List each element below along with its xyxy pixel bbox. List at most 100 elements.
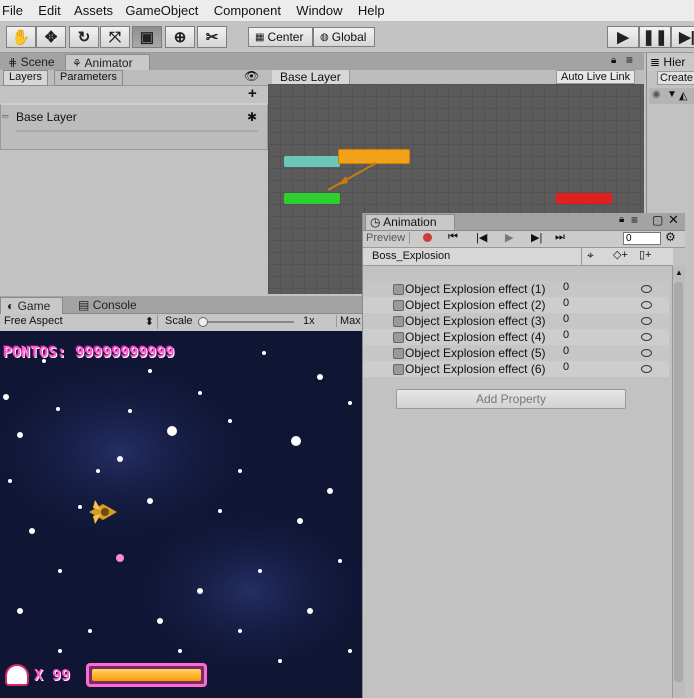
hierarchy-row[interactable]: ◉ ▼ ◭	[649, 88, 694, 104]
first-keyframe-icon[interactable]: ⏮	[448, 231, 458, 244]
menu-assets[interactable]: Assets	[74, 0, 113, 18]
hierarchy-icon: ≣	[650, 55, 661, 69]
tab-parameters[interactable]: Parameters	[54, 70, 123, 86]
star	[117, 456, 123, 462]
toggle-eye-icon[interactable]	[641, 317, 652, 325]
frame-field[interactable]	[623, 232, 661, 245]
scale-slider-handle[interactable]	[198, 317, 208, 327]
star	[297, 518, 303, 524]
animation-tab-label: Animation	[383, 215, 437, 229]
property-row[interactable]: Object Explosion effect (2) 0	[363, 297, 669, 313]
toggle-eye-icon[interactable]	[641, 349, 652, 357]
aspect-dropdown[interactable]: Free Aspect ⬍	[0, 315, 158, 329]
play-button[interactable]: ▶	[607, 26, 639, 48]
property-value[interactable]: 0	[563, 361, 569, 373]
clock-icon: ◷	[370, 215, 381, 229]
menu-component[interactable]: Component	[214, 0, 281, 18]
property-row[interactable]: Object Explosion effect (3) 0	[363, 313, 669, 329]
next-keyframe-icon[interactable]: ▶|	[531, 231, 542, 244]
game-viewport[interactable]: PONTOS: 99999999999 X 99	[0, 331, 362, 698]
toggle-eye-icon[interactable]	[641, 301, 652, 309]
property-value[interactable]: 0	[563, 345, 569, 357]
gameobject-icon	[393, 332, 404, 343]
tab-console[interactable]: ▤ Console	[72, 297, 143, 314]
menu-window[interactable]: Window	[296, 0, 342, 18]
preview-toggle[interactable]: Preview	[366, 232, 411, 244]
last-keyframe-icon[interactable]: ⏭	[555, 231, 565, 244]
add-layer-button[interactable]: +	[248, 85, 257, 102]
panel-menu-icon[interactable]: ≡	[631, 213, 638, 227]
graph-breadcrumb[interactable]: Base Layer	[272, 70, 350, 84]
menu-help[interactable]: Help	[358, 0, 385, 18]
add-event-icon[interactable]: ▯+	[639, 248, 651, 261]
tab-animation[interactable]: ◷ Animation	[365, 214, 455, 230]
tab-animator[interactable]: ⚘ Animator	[65, 54, 150, 71]
eye-icon[interactable]: 👁︎	[244, 69, 259, 83]
maximize-on-play-toggle[interactable]: Max	[336, 315, 361, 327]
tab-layers[interactable]: Layers	[3, 70, 49, 86]
layer-settings-gear-icon[interactable]: ✱	[247, 110, 257, 124]
star	[317, 374, 323, 380]
toggle-eye-icon[interactable]	[641, 333, 652, 341]
record-button[interactable]	[423, 233, 432, 242]
scale-slider-track[interactable]	[198, 321, 294, 323]
move-tool-icon[interactable]: ✥	[36, 26, 66, 48]
toggle-eye-icon[interactable]	[641, 285, 652, 293]
property-value[interactable]: 0	[563, 313, 569, 325]
vertical-scrollbar[interactable]: ▲	[672, 266, 685, 698]
visibility-eye-icon[interactable]: ◉	[652, 89, 661, 100]
pause-button[interactable]: ❚❚	[639, 26, 671, 48]
property-list: Object Explosion effect (1) 0 Object Exp…	[363, 266, 673, 698]
property-row[interactable]: Object Explosion effect (4) 0	[363, 329, 669, 345]
center-icon: ▦	[255, 31, 265, 43]
hierarchy-create-button[interactable]: Create	[657, 71, 694, 85]
pivot-center-toggle[interactable]: ▦ Center	[248, 27, 313, 47]
prev-keyframe-icon[interactable]: |◀	[476, 231, 487, 244]
rotate-tool-icon[interactable]: ↻	[69, 26, 99, 48]
transform-tool-icon[interactable]: ⊕	[165, 26, 195, 48]
property-name: Object Explosion effect (4)	[405, 330, 546, 344]
panel-menu-icon[interactable]: ≡	[626, 53, 633, 67]
lock-icon[interactable]: 🔒︎	[619, 214, 624, 225]
rect-tool-icon[interactable]: ▣	[132, 26, 162, 48]
layer-row-base[interactable]: ═ Base Layer ✱	[0, 103, 268, 150]
hierarchy-tab[interactable]: ≣ Hier	[646, 53, 694, 71]
tab-scene[interactable]: ⋕ Scene	[2, 54, 61, 71]
aspect-label: Free Aspect	[4, 315, 63, 327]
lock-icon[interactable]: 🔒︎	[611, 55, 616, 66]
hand-tool-icon[interactable]: ✋	[6, 26, 36, 48]
tab-animator-label: Animator	[84, 56, 133, 70]
settings-gear-icon[interactable]: ⚙	[665, 230, 676, 244]
drag-handle-icon[interactable]: ═	[2, 111, 8, 121]
property-row[interactable]: Object Explosion effect (1) 0	[363, 281, 669, 297]
clip-dropdown[interactable]: Boss_Explosion	[372, 250, 450, 262]
tab-game[interactable]: ◐ Game	[0, 297, 63, 314]
scrollbar-thumb[interactable]	[674, 282, 683, 682]
close-icon[interactable]: ✕	[668, 212, 679, 228]
property-row[interactable]: Object Explosion effect (6) 0	[363, 361, 669, 377]
expand-arrow-icon[interactable]: ▼	[667, 89, 677, 100]
filter-keyframes-icon[interactable]: ⌖	[587, 248, 594, 263]
maximize-icon[interactable]: ▢	[652, 213, 663, 227]
play-icon[interactable]: ▶	[505, 231, 513, 244]
property-value[interactable]: 0	[563, 297, 569, 309]
auto-live-link-toggle[interactable]: Auto Live Link	[556, 70, 636, 84]
step-button[interactable]: ▶|	[671, 26, 694, 48]
add-keyframe-icon[interactable]: ◇+	[613, 248, 628, 261]
animation-controls: Preview ⏮ |◀ ▶ ▶| ⏭ ⚙	[363, 230, 685, 248]
menu-edit[interactable]: Edit	[38, 0, 60, 18]
property-value[interactable]: 0	[563, 329, 569, 341]
menu-gameobject[interactable]: GameObject	[125, 0, 198, 18]
property-row[interactable]: Object Explosion effect (5) 0	[363, 345, 669, 361]
scroll-up-icon[interactable]: ▲	[675, 268, 683, 277]
star	[348, 649, 352, 653]
scale-tool-icon[interactable]: ⤧	[100, 26, 130, 48]
menu-file[interactable]: File	[2, 0, 23, 18]
layer-name: Base Layer	[16, 110, 77, 124]
property-value[interactable]: 0	[563, 281, 569, 293]
pivot-global-toggle[interactable]: ◍ Global	[313, 27, 375, 47]
add-property-button[interactable]: Add Property	[396, 389, 626, 409]
toggle-eye-icon[interactable]	[641, 365, 652, 373]
star	[291, 436, 301, 446]
custom-tool-icon[interactable]: ✂	[197, 26, 227, 48]
